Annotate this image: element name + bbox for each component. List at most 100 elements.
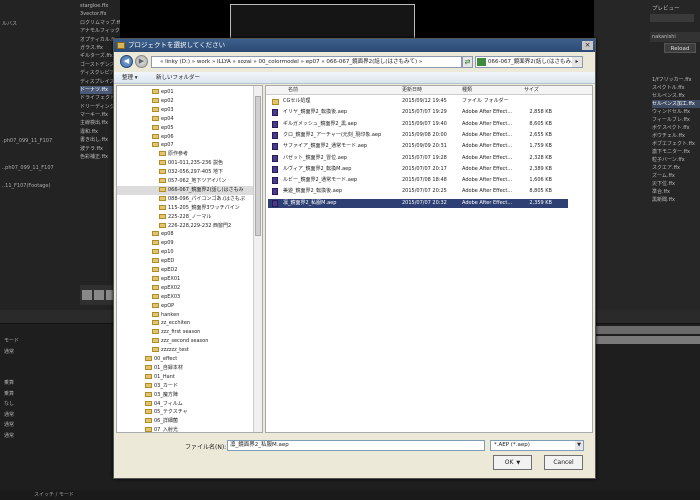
script-item[interactable]: ボケスペクト.ffx (652, 124, 700, 132)
timeline-row[interactable] (0, 368, 115, 378)
script-item[interactable]: 1/fフリッカー.ffx (652, 76, 700, 84)
refresh-button[interactable]: ⇄ (462, 56, 473, 68)
tree-node[interactable]: 001-011,235-236 説色 (159, 159, 223, 168)
file-row[interactable]: イリヤ_鏡面界2_転換後.aep 2015/07/07 19:29 Adobe Af… (268, 108, 568, 117)
project-item[interactable] (0, 47, 80, 56)
tree-node[interactable]: 225-228_ノーマル (159, 213, 211, 222)
tree-node[interactable]: ep01 (152, 88, 174, 97)
project-item[interactable] (0, 38, 80, 47)
ok-button[interactable]: OK ▼ (493, 455, 532, 470)
tree-node[interactable]: 01_自録本材 (145, 364, 183, 373)
forward-button[interactable]: ▶ (135, 55, 148, 68)
timeline-row[interactable]: 乗算 (0, 389, 115, 399)
file-row[interactable]: 凛_鏡面界2_私服M.aep 2015/07/07 20:32 Adobe Afte… (268, 198, 568, 208)
timeline-track[interactable] (596, 336, 700, 344)
timeline-row[interactable]: 通常 (0, 431, 115, 441)
project-item[interactable] (0, 74, 80, 83)
timeline-track[interactable] (596, 326, 700, 334)
script-tab[interactable]: nakanishi (650, 32, 700, 42)
script-item[interactable]: ボブエフェクト.ffx (652, 140, 700, 148)
tree-node[interactable]: 226-228,229-232 西窗門2 (159, 222, 231, 231)
file-row[interactable]: ルビー_鏡面界2_通常モード.aep 2015/07/08 18:48 Adobe … (268, 176, 568, 185)
tree-node[interactable]: 03_カード (145, 382, 178, 391)
tree-node[interactable]: zzz_second season (152, 337, 208, 346)
timeline-row[interactable]: なし (0, 399, 115, 409)
project-item[interactable] (0, 146, 80, 155)
tree-node[interactable]: ep06 (152, 133, 174, 142)
effect-item[interactable]: アナモルフィック.ffx (80, 27, 120, 35)
project-item[interactable]: ..11_F107(Footage) (0, 182, 80, 191)
column-date[interactable]: 更新日時 (402, 86, 422, 95)
project-item[interactable]: .ph07_099_11_F107 (0, 137, 80, 146)
close-button[interactable]: × (582, 41, 593, 50)
cancel-button[interactable]: Cancel (544, 455, 583, 470)
project-item[interactable] (0, 65, 80, 74)
toolbar-icon[interactable] (94, 290, 104, 300)
new-folder-button[interactable]: 新しいフォルダー (156, 72, 200, 84)
script-item[interactable]: ズーム.ffx (652, 172, 700, 180)
tree-node[interactable]: 088-096_パイコンゴあ.(はさもぷ (159, 195, 245, 204)
column-name[interactable]: 名前 (288, 86, 298, 95)
script-item[interactable]: 準合.ffx (652, 188, 700, 196)
tree-node[interactable]: ep04 (152, 115, 174, 124)
script-item[interactable]: セルペンス加工.ffx (652, 100, 700, 108)
tree-node[interactable]: ep07 (152, 141, 174, 150)
timeline-row[interactable]: 通常 (0, 420, 115, 430)
tree-node[interactable]: 05_テクスチャ (145, 408, 188, 417)
timeline-row[interactable]: モード (0, 336, 115, 346)
tree-node[interactable]: 04_フィルム (145, 400, 183, 409)
project-item[interactable] (0, 83, 80, 92)
file-row[interactable]: ギルガメッシュ_鏡面界2_黒.aep 2015/09/07 19:40 Adobe … (268, 120, 568, 129)
project-item[interactable] (0, 101, 80, 110)
file-row[interactable]: サファイア_鏡面界2_通常モード.aep 2015/09/09 20:31 Adob… (268, 142, 568, 151)
column-size[interactable]: サイズ (524, 86, 539, 95)
project-item[interactable] (0, 155, 80, 164)
tree-node[interactable]: ep02 (152, 97, 174, 106)
dialog-titlebar[interactable]: プロジェクトを選択してください × (114, 39, 595, 52)
effect-item[interactable]: ロクリムマップ.ffx (80, 19, 120, 27)
column-type[interactable]: 種類 (462, 86, 472, 95)
file-row[interactable]: 美遊_鏡面界2_転換後.aep 2015/07/07 20:25 Adobe Aft… (268, 187, 568, 196)
toolbar-icon[interactable] (82, 290, 92, 300)
script-item[interactable]: 災下位.ffx (652, 180, 700, 188)
tree-node[interactable]: epOP (152, 302, 174, 311)
organize-button[interactable]: 整理 ▾ (122, 72, 138, 84)
file-row[interactable]: クロ_鏡面界2_アーチャー(元刻_現印象.aep 2015/09/08 20:00… (268, 131, 568, 140)
timeline-row[interactable]: 通常 (0, 347, 115, 357)
tree-node[interactable]: zzz_first season (152, 328, 200, 337)
project-item[interactable]: ルバス (0, 20, 80, 29)
filename-input[interactable]: 凛_鏡面界2_私服M.aep (227, 440, 485, 451)
project-item[interactable]: ..ph07_099_11_F107 (0, 164, 80, 173)
back-button[interactable]: ◀ (120, 55, 133, 68)
project-item[interactable] (0, 29, 80, 38)
reload-button[interactable]: Reload (664, 43, 696, 53)
tree-node[interactable]: epED (152, 257, 174, 266)
script-item[interactable]: 黒新聞.ffx (652, 196, 700, 204)
project-item[interactable] (0, 56, 80, 65)
filetype-select[interactable]: *.AEP (*.aep) ▼ (490, 440, 584, 451)
tree-node[interactable]: epEX03 (152, 293, 180, 302)
script-item[interactable]: 激下モニター.ffx (652, 148, 700, 156)
project-item[interactable] (0, 173, 80, 182)
tree-node[interactable]: 066-067_鏡面界2(話し(はさもみ (117, 185, 253, 195)
script-item[interactable]: フィールブレ.ffx (652, 116, 700, 124)
tree-node[interactable]: ep05 (152, 124, 174, 133)
timeline-row[interactable]: 乗算 (0, 378, 115, 388)
effect-item[interactable]: stargloe.ffx (80, 2, 120, 10)
tree-node[interactable]: ep10 (152, 248, 174, 257)
composition-viewer[interactable] (120, 0, 640, 38)
search-button[interactable]: ▸ (572, 57, 582, 67)
timeline-row[interactable]: 通常 (0, 410, 115, 420)
script-item[interactable]: スクエア.ffx (652, 164, 700, 172)
tree-node[interactable]: 原作参考 (159, 150, 188, 159)
tree-node[interactable]: 057-062_地下ツアイパン (159, 177, 226, 186)
tree-node[interactable]: 032-056,297-405 地下 (159, 168, 223, 177)
project-item[interactable] (0, 119, 80, 128)
tree-node[interactable]: 01_Hant (145, 373, 175, 382)
timeline-row[interactable] (0, 357, 115, 367)
tree-node[interactable]: epEX02 (152, 284, 180, 293)
tree-scrollbar[interactable] (253, 86, 262, 432)
script-item[interactable]: ボウチェル.ffx (652, 132, 700, 140)
search-input[interactable]: 066-067_鏡面界2(話し(はさもみ... ▸ (475, 56, 583, 68)
tree-node[interactable]: zzzzzz_test (152, 346, 189, 355)
